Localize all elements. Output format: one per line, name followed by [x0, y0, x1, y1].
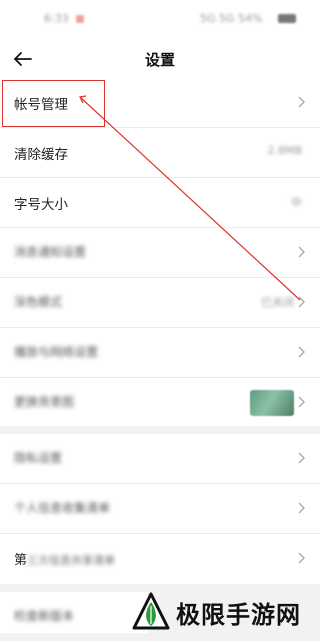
settings-row-dark-mode[interactable]: 深色模式 已关闭: [0, 278, 320, 327]
settings-row-playback-network[interactable]: 播放与网络设置: [0, 328, 320, 377]
row-label: 第三方信息共享清单: [14, 549, 115, 568]
chevron-right-icon: [298, 552, 305, 564]
background-thumbnail: [250, 390, 294, 416]
chevron-right-icon: [298, 296, 305, 308]
settings-row-background[interactable]: 更换背景图: [0, 378, 320, 427]
row-label: 更换背景图: [14, 395, 75, 409]
triangle-leaf-logo-icon: [132, 592, 170, 630]
chevron-right-icon: [298, 96, 305, 108]
settings-row-font-size[interactable]: 字号大小 中: [0, 178, 320, 227]
row-label: 帐号管理: [14, 97, 68, 113]
status-time: 6:33: [44, 12, 69, 25]
status-bar: 6:33 5G 5G 54%: [0, 0, 320, 40]
settings-row-account-management[interactable]: 帐号管理: [0, 78, 320, 127]
settings-group-primary: 帐号管理 清除缓存 2.8MB 字号大小 中 消息通知设置 深色模式 已关闭 播…: [0, 78, 320, 426]
settings-group-about: 检查新版本: [0, 592, 148, 633]
row-label: 播放与网络设置: [14, 345, 99, 359]
chevron-right-icon: [298, 246, 305, 258]
settings-row-privacy[interactable]: 隐私设置: [0, 434, 320, 483]
cache-size-value: 2.8MB: [267, 144, 302, 157]
row-label: 隐私设置: [14, 451, 63, 465]
row-label: 检查新版本: [14, 609, 75, 623]
dark-mode-value: 已关闭: [261, 296, 294, 309]
chevron-right-icon: [298, 452, 305, 464]
settings-row-clear-cache[interactable]: 清除缓存 2.8MB: [0, 128, 320, 177]
row-label-rest: 三方信息共享清单: [27, 554, 116, 567]
row-label: 深色模式: [14, 295, 63, 309]
font-size-value: 中: [291, 196, 302, 209]
settings-row-notifications[interactable]: 消息通知设置: [0, 228, 320, 277]
chevron-right-icon: [298, 396, 305, 408]
nav-bar: 设置: [0, 40, 320, 78]
settings-group-privacy: 隐私设置 个人信息收集清单 第三方信息共享清单: [0, 434, 320, 584]
chevron-right-icon: [298, 346, 305, 358]
row-label: 个人信息收集清单: [14, 501, 111, 515]
watermark: 极限手游网: [132, 590, 318, 632]
row-label: 清除缓存: [14, 147, 68, 163]
watermark-text: 极限手游网: [176, 600, 301, 629]
battery-icon: [278, 14, 296, 23]
settings-row-third-party-list[interactable]: 第三方信息共享清单: [0, 534, 320, 583]
status-indicators: 5G 5G 54%: [200, 12, 263, 25]
notification-dot-icon: [76, 15, 84, 23]
row-label: 消息通知设置: [14, 245, 87, 259]
page-title: 设置: [144, 51, 175, 69]
row-label-prefix: 第: [14, 553, 28, 568]
settings-row-check-update[interactable]: 检查新版本: [0, 592, 148, 641]
row-label: 字号大小: [14, 197, 68, 213]
chevron-right-icon: [298, 502, 305, 514]
settings-row-personal-info-list[interactable]: 个人信息收集清单: [0, 484, 320, 533]
